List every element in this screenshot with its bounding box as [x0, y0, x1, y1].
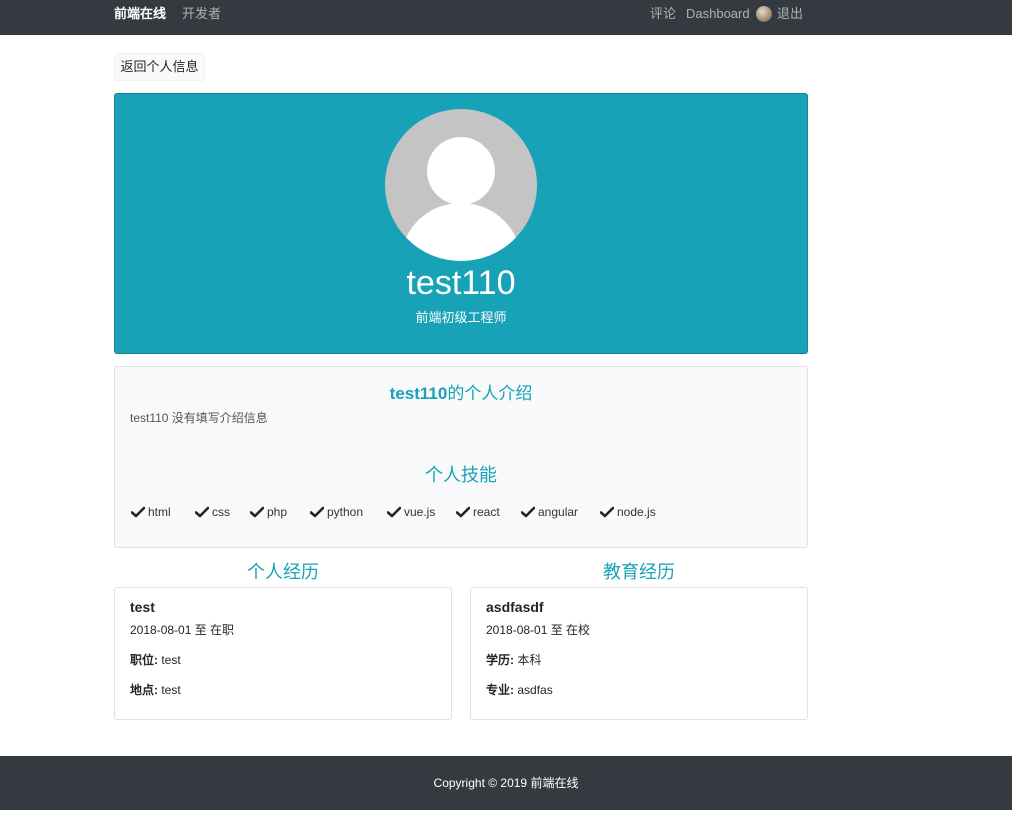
check-icon — [387, 506, 401, 518]
position-value: test — [161, 653, 181, 667]
skill-item: react — [456, 503, 500, 521]
profile-name: test110 — [406, 264, 516, 302]
skill-item: css — [195, 503, 230, 521]
skill-label: vue.js — [404, 505, 436, 519]
check-icon — [310, 506, 324, 518]
experience-location: 地点: test — [130, 681, 181, 699]
check-icon — [250, 506, 264, 518]
skill-item: html — [131, 503, 171, 521]
location-label: 地点: — [130, 683, 158, 697]
skill-item: angular — [521, 503, 578, 521]
footer-copyright: Copyright © 2019 前端在线 — [0, 756, 1012, 810]
skill-label: css — [212, 505, 230, 519]
about-heading: test110的个人介绍 — [115, 382, 807, 406]
experience-title: test — [130, 599, 155, 615]
nav-developers-link[interactable]: 开发者 — [182, 0, 221, 28]
skill-label: angular — [538, 505, 579, 519]
education-school: asdfasdf — [486, 599, 544, 615]
experience-dates: 2018-08-01 至 在职 — [130, 623, 235, 637]
skill-label: html — [148, 505, 171, 519]
about-heading-name: test110 — [389, 384, 448, 403]
degree-label: 学历: — [486, 653, 514, 667]
skill-label: node.js — [617, 505, 656, 519]
about-card: test110的个人介绍 test110 没有填写介绍信息 个人技能 html … — [114, 366, 808, 548]
major-value: asdfas — [517, 683, 553, 697]
skill-item: python — [310, 503, 363, 521]
check-icon — [600, 506, 614, 518]
education-degree: 学历: 本科 — [486, 651, 541, 669]
skill-item: node.js — [600, 503, 656, 521]
back-to-profile-button[interactable]: 返回个人信息 — [114, 53, 205, 81]
check-icon — [131, 506, 145, 518]
education-dates: 2018-08-01 至 在校 — [486, 623, 591, 637]
degree-value: 本科 — [517, 653, 542, 667]
skills-heading: 个人技能 — [425, 465, 497, 485]
education-card: asdfasdf 2018-08-01 至 在校 学历: 本科 专业: asdf… — [470, 587, 808, 720]
skill-label: python — [327, 505, 364, 519]
major-label: 专业: — [486, 683, 514, 697]
about-heading-suffix: 的个人介绍 — [447, 384, 533, 403]
top-navbar: 前端在线 开发者 评论 Dashboard 退出 — [0, 0, 1012, 35]
check-icon — [195, 506, 209, 518]
user-avatar-icon — [756, 6, 772, 22]
nav-dashboard-link[interactable]: Dashboard — [686, 0, 750, 28]
experience-heading: 个人经历 — [247, 562, 319, 582]
nav-comments-link[interactable]: 评论 — [650, 0, 676, 28]
profile-card: test110 前端初级工程师 — [114, 93, 808, 354]
default-avatar-icon — [385, 109, 537, 261]
profile-job-title: 前端初级工程师 — [415, 310, 507, 325]
skill-item: vue.js — [387, 503, 435, 521]
brand-link[interactable]: 前端在线 — [114, 0, 166, 28]
position-label: 职位: — [130, 653, 158, 667]
check-icon — [521, 506, 535, 518]
skill-label: php — [267, 505, 288, 519]
skill-item: php — [250, 503, 287, 521]
check-icon — [456, 506, 470, 518]
experience-position: 职位: test — [130, 651, 181, 669]
skill-label: react — [473, 505, 500, 519]
location-value: test — [161, 683, 181, 697]
education-heading: 教育经历 — [603, 562, 675, 582]
education-major: 专业: asdfas — [486, 681, 553, 699]
experience-card: test 2018-08-01 至 在职 职位: test 地点: test — [114, 587, 452, 720]
nav-logout-link[interactable]: 退出 — [777, 0, 803, 28]
about-text: test110 没有填写介绍信息 — [130, 411, 268, 425]
